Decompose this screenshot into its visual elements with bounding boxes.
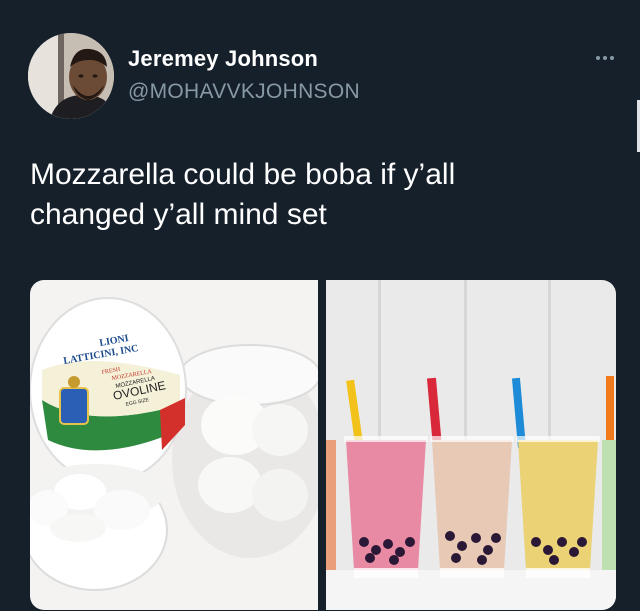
tweet-text-line-1: Mozzarella could be boba if y’all (30, 158, 456, 191)
avatar[interactable] (28, 33, 114, 119)
tweet-text-line-2: changed y’all mind set (30, 198, 327, 231)
tweet-media[interactable]: LIONI LATTICINI, INC FRESH MOZZARELLA MO… (30, 280, 616, 610)
author-name[interactable]: Jeremey Johnson (128, 46, 318, 72)
tweet: Jeremey Johnson @MOHAVVKJOHNSON Mozzarel… (0, 0, 640, 611)
tweet-text: Mozzarella could be boba if y’all change… (30, 155, 610, 235)
mozzarella-photo[interactable]: LIONI LATTICINI, INC FRESH MOZZARELLA MO… (30, 280, 318, 610)
more-button[interactable] (590, 48, 620, 68)
author-handle[interactable]: @MOHAVVKJOHNSON (128, 80, 360, 104)
bubble-tea-photo[interactable] (326, 280, 616, 610)
avatar-photo (28, 33, 114, 119)
more-horizontal-icon (596, 56, 614, 60)
